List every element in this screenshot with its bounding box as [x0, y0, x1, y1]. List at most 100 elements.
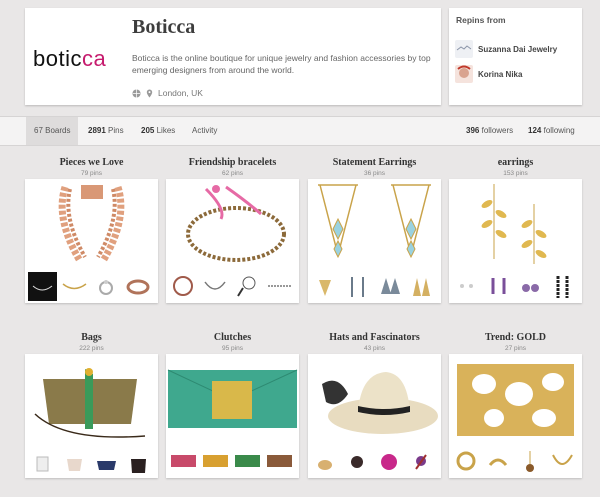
thumbnail-image[interactable] [452, 272, 481, 301]
board-hats-and-fascinators[interactable]: Hats and Fascinators 43 pins [308, 332, 441, 478]
board-earrings[interactable]: earrings 153 pins [449, 157, 582, 303]
board-card[interactable] [25, 354, 158, 478]
board-pin-count: 27 pins [505, 345, 526, 352]
board-pin-count: 43 pins [364, 345, 385, 352]
repins-card: Repins from Suzanna Dai Jewelry Korina N… [449, 8, 582, 105]
board-pin-count: 222 pins [79, 345, 104, 352]
thumbnail-image[interactable] [92, 447, 121, 476]
repin-user[interactable]: Suzanna Dai Jewelry [455, 40, 557, 58]
thumbnail-image[interactable] [201, 447, 230, 476]
board-cover-image[interactable] [308, 354, 441, 444]
repins-title: Repins from [456, 15, 506, 25]
board-pin-count: 79 pins [81, 170, 102, 177]
thumbnail-image[interactable] [169, 447, 198, 476]
thumbnail-image[interactable] [169, 272, 198, 301]
board-cover-image[interactable] [166, 354, 299, 444]
board-bags[interactable]: Bags 222 pins [25, 332, 158, 478]
board-thumbnails [452, 447, 579, 476]
tab-likes[interactable]: 205 Likes [141, 117, 175, 145]
thumbnail-image[interactable] [343, 447, 372, 476]
thumbnail-image[interactable] [407, 272, 436, 301]
board-title[interactable]: Statement Earrings [308, 157, 441, 169]
board-card[interactable] [166, 179, 299, 303]
board-pin-count: 95 pins [222, 345, 243, 352]
board-card[interactable] [166, 354, 299, 478]
thumbnail-image[interactable] [407, 447, 436, 476]
board-thumbnails [169, 272, 296, 301]
repin-user[interactable]: Korina Nika [455, 65, 522, 83]
thumbnail-image[interactable] [28, 447, 57, 476]
board-card[interactable] [308, 179, 441, 303]
board-title[interactable]: Bags [25, 332, 158, 344]
board-cover-image[interactable] [449, 179, 582, 269]
avatar [455, 65, 473, 83]
location-pin-icon [146, 88, 153, 98]
board-title[interactable]: earrings [449, 157, 582, 169]
thumbnail-image[interactable] [233, 272, 262, 301]
profile-name: Boticca [132, 16, 196, 38]
thumbnail-image[interactable] [124, 272, 153, 301]
board-cover-image[interactable] [449, 354, 582, 444]
brand-logo: boticca [33, 46, 107, 71]
board-pin-count: 153 pins [503, 170, 528, 177]
board-statement-earrings[interactable]: Statement Earrings 36 pins [308, 157, 441, 303]
repin-user-name[interactable]: Suzanna Dai Jewelry [478, 45, 557, 54]
tab-pins[interactable]: 2891 Pins [88, 117, 124, 145]
repin-user-name[interactable]: Korina Nika [478, 70, 522, 79]
board-title[interactable]: Friendship bracelets [166, 157, 299, 169]
thumbnail-image[interactable] [375, 272, 404, 301]
thumbnail-image[interactable] [311, 272, 340, 301]
thumbnail-image[interactable] [60, 272, 89, 301]
board-title[interactable]: Hats and Fascinators [308, 332, 441, 344]
thumbnail-image[interactable] [60, 447, 89, 476]
board-cover-image[interactable] [25, 354, 158, 444]
board-thumbnails [169, 447, 296, 476]
profile-bio: Boticca is the online boutique for uniqu… [132, 53, 431, 75]
thumbnail-image[interactable] [548, 272, 577, 301]
thumbnail-image[interactable] [452, 447, 481, 476]
globe-icon[interactable] [132, 88, 141, 98]
board-pieces-we-love[interactable]: Pieces we Love 79 pins [25, 157, 158, 303]
thumbnail-image[interactable] [516, 272, 545, 301]
board-cover-image[interactable] [25, 179, 158, 269]
thumbnail-image[interactable] [265, 272, 294, 301]
avatar [455, 40, 473, 58]
board-pin-count: 62 pins [222, 170, 243, 177]
board-thumbnails [311, 447, 438, 476]
board-thumbnails [28, 447, 155, 476]
board-title[interactable]: Clutches [166, 332, 299, 344]
thumbnail-image[interactable] [343, 272, 372, 301]
thumbnail-image[interactable] [124, 447, 153, 476]
following-link[interactable]: 124 following [528, 117, 575, 145]
thumbnail-image[interactable] [484, 447, 513, 476]
thumbnail-image[interactable] [311, 447, 340, 476]
board-card[interactable] [449, 354, 582, 478]
thumbnail-image[interactable] [375, 447, 404, 476]
thumbnail-image[interactable] [516, 447, 545, 476]
board-title[interactable]: Pieces we Love [25, 157, 158, 169]
thumbnail-image[interactable] [484, 272, 513, 301]
board-thumbnails [28, 272, 155, 301]
board-title[interactable]: Trend: GOLD [449, 332, 582, 344]
board-clutches[interactable]: Clutches 95 pins [166, 332, 299, 478]
profile-location: London, UK [132, 88, 203, 98]
thumbnail-image[interactable] [233, 447, 262, 476]
thumbnail-image[interactable] [201, 272, 230, 301]
profile-stats-bar: 67 Boards 2891 Pins 205 Likes Activity 3… [0, 116, 600, 146]
board-card[interactable] [449, 179, 582, 303]
thumbnail-image[interactable] [265, 447, 294, 476]
thumbnail-image[interactable] [92, 272, 121, 301]
board-cover-image[interactable] [308, 179, 441, 269]
board-trend-gold[interactable]: Trend: GOLD 27 pins [449, 332, 582, 478]
location-text: London, UK [158, 88, 203, 98]
thumbnail-image[interactable] [28, 272, 57, 301]
board-friendship-bracelets[interactable]: Friendship bracelets 62 pins [166, 157, 299, 303]
board-card[interactable] [25, 179, 158, 303]
tab-boards[interactable]: 67 Boards [26, 117, 79, 145]
board-card[interactable] [308, 354, 441, 478]
board-cover-image[interactable] [166, 179, 299, 269]
thumbnail-image[interactable] [548, 447, 577, 476]
board-thumbnails [311, 272, 438, 301]
tab-activity[interactable]: Activity [192, 117, 217, 145]
followers-link[interactable]: 396 followers [466, 117, 513, 145]
